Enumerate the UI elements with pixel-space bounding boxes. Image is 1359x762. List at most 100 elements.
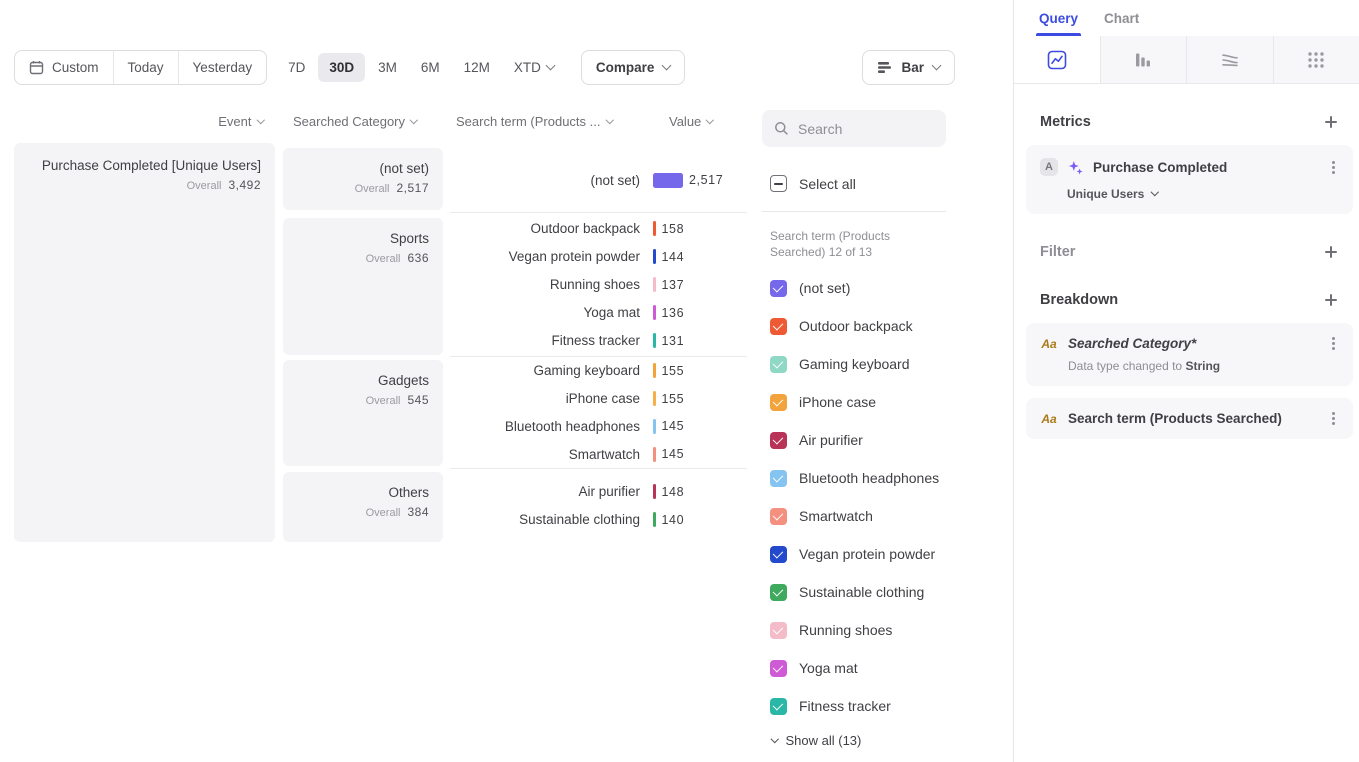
overall-value: 384 (407, 505, 429, 519)
more-options-icon[interactable] (1332, 417, 1335, 420)
checked-checkbox[interactable] (770, 394, 787, 411)
checked-checkbox[interactable] (770, 508, 787, 525)
checked-checkbox[interactable] (770, 470, 787, 487)
value-text: 140 (662, 513, 685, 527)
category-cell[interactable]: (not set)Overall2,517 (283, 148, 443, 210)
legend-item[interactable]: (not set) (770, 269, 939, 307)
metric-card[interactable]: A Purchase Completed Unique Users (1026, 145, 1353, 214)
term-row[interactable]: Fitness tracker131 (450, 327, 747, 355)
value-text: 145 (662, 419, 685, 433)
filter-title: Filter (1040, 244, 1075, 260)
tab-chart[interactable]: Chart (1104, 0, 1139, 36)
range-30d-button[interactable]: 30D (318, 53, 365, 82)
column-header-term-label: Search term (Products ... (456, 114, 601, 129)
tab-funnels[interactable] (1100, 36, 1187, 84)
term-row[interactable]: Bluetooth headphones145 (450, 413, 747, 441)
category-cell[interactable]: Sports Overall 636 (283, 218, 443, 355)
indeterminate-checkbox[interactable] (770, 175, 787, 192)
tab-insights[interactable] (1014, 36, 1100, 84)
term-row[interactable]: iPhone case155 (450, 385, 747, 413)
legend-item-label: Sustainable clothing (799, 584, 924, 600)
add-metric-button[interactable] (1323, 114, 1339, 130)
date-custom-button[interactable]: Custom (15, 51, 114, 84)
legend-item[interactable]: Smartwatch (770, 497, 939, 535)
term-group: Air purifier148Sustainable clothing140 (450, 469, 747, 542)
category-cell[interactable]: GadgetsOverall545 (283, 360, 443, 466)
legend-item[interactable]: iPhone case (770, 383, 939, 421)
term-row[interactable]: Gaming keyboard155 (450, 357, 747, 385)
add-breakdown-button[interactable] (1323, 292, 1339, 308)
term-row[interactable]: Running shoes137 (450, 271, 747, 299)
range-xtd-button[interactable]: XTD (503, 53, 565, 82)
legend-search[interactable] (762, 110, 946, 147)
range-12m-button[interactable]: 12M (453, 53, 501, 82)
select-all-row[interactable]: Select all (770, 175, 856, 192)
date-range-group: Custom Today Yesterday (14, 50, 267, 85)
checked-checkbox[interactable] (770, 356, 787, 373)
term-row[interactable]: Air purifier148 (450, 478, 747, 506)
column-header-category[interactable]: Searched Category (283, 114, 443, 129)
legend-item[interactable]: Running shoes (770, 611, 939, 649)
metrics-title: Metrics (1040, 114, 1091, 130)
checked-checkbox[interactable] (770, 546, 787, 563)
legend-item[interactable]: Sustainable clothing (770, 573, 939, 611)
legend-search-input[interactable] (798, 121, 934, 137)
legend-item[interactable]: Fitness tracker (770, 687, 939, 725)
range-7d-button[interactable]: 7D (277, 53, 316, 82)
add-filter-button[interactable] (1323, 244, 1339, 260)
category-name: Others (297, 485, 429, 500)
term-row[interactable]: Sustainable clothing140 (450, 506, 747, 534)
checked-checkbox[interactable] (770, 660, 787, 677)
checked-checkbox[interactable] (770, 584, 787, 601)
show-all-button[interactable]: Show all (13) (772, 733, 861, 748)
retention-grid-icon (1306, 50, 1326, 70)
column-header-term[interactable]: Search term (Products ... (450, 114, 640, 129)
term-row[interactable]: Smartwatch145 (450, 440, 747, 468)
checked-checkbox[interactable] (770, 318, 787, 335)
legend-item[interactable]: Yoga mat (770, 649, 939, 687)
range-6m-button[interactable]: 6M (410, 53, 451, 82)
breakdown-name: Searched Category* (1068, 336, 1316, 351)
compare-button[interactable]: Compare (581, 50, 686, 85)
range-3m-button[interactable]: 3M (367, 53, 408, 82)
checked-checkbox[interactable] (770, 698, 787, 715)
column-header-event[interactable]: Event (14, 114, 275, 129)
date-custom-label: Custom (52, 60, 99, 75)
term-row[interactable]: Vegan protein powder144 (450, 243, 747, 271)
legend-item[interactable]: Air purifier (770, 421, 939, 459)
checked-checkbox[interactable] (770, 622, 787, 639)
overall-value: 636 (407, 251, 429, 265)
term-row[interactable]: Yoga mat136 (450, 299, 747, 327)
term-row[interactable]: Outdoor backpack158 (450, 215, 747, 243)
legend-item[interactable]: Bluetooth headphones (770, 459, 939, 497)
checked-checkbox[interactable] (770, 280, 787, 297)
tab-flows[interactable] (1186, 36, 1273, 84)
category-name: Sports (297, 231, 429, 246)
checked-checkbox[interactable] (770, 432, 787, 449)
tab-query[interactable]: Query (1039, 0, 1078, 36)
date-today-button[interactable]: Today (114, 51, 179, 84)
legend-item-list: (not set) Outdoor backpack Gaming keyboard… (770, 269, 939, 725)
breakdown-card[interactable]: Aa Search term (Products Searched) (1026, 398, 1353, 439)
breakdown-card[interactable]: Aa Searched Category* Data type changed … (1026, 323, 1353, 386)
value-text: 144 (662, 250, 685, 264)
legend-item[interactable]: Outdoor backpack (770, 307, 939, 345)
date-yesterday-button[interactable]: Yesterday (179, 51, 267, 84)
term-row[interactable]: (not set)2,517 (450, 166, 747, 194)
legend-item-label: Outdoor backpack (799, 318, 913, 334)
measure-dropdown[interactable]: Unique Users (1067, 187, 1341, 201)
tab-retention[interactable] (1273, 36, 1359, 84)
chevron-down-icon (706, 116, 714, 124)
legend-item[interactable]: Gaming keyboard (770, 345, 939, 383)
column-header-category-label: Searched Category (293, 114, 405, 129)
overall-label: Overall (366, 253, 401, 265)
event-cell[interactable]: Purchase Completed [Unique Users] Overal… (14, 143, 275, 542)
metrics-section-header: Metrics (1026, 112, 1353, 132)
more-options-icon[interactable] (1332, 166, 1335, 169)
overall-value: 2,517 (396, 181, 429, 195)
value-bar (653, 391, 656, 406)
category-cell[interactable]: OthersOverall384 (283, 472, 443, 542)
more-options-icon[interactable] (1332, 342, 1335, 345)
legend-item[interactable]: Vegan protein powder (770, 535, 939, 573)
column-header-value[interactable]: Value (669, 114, 713, 129)
